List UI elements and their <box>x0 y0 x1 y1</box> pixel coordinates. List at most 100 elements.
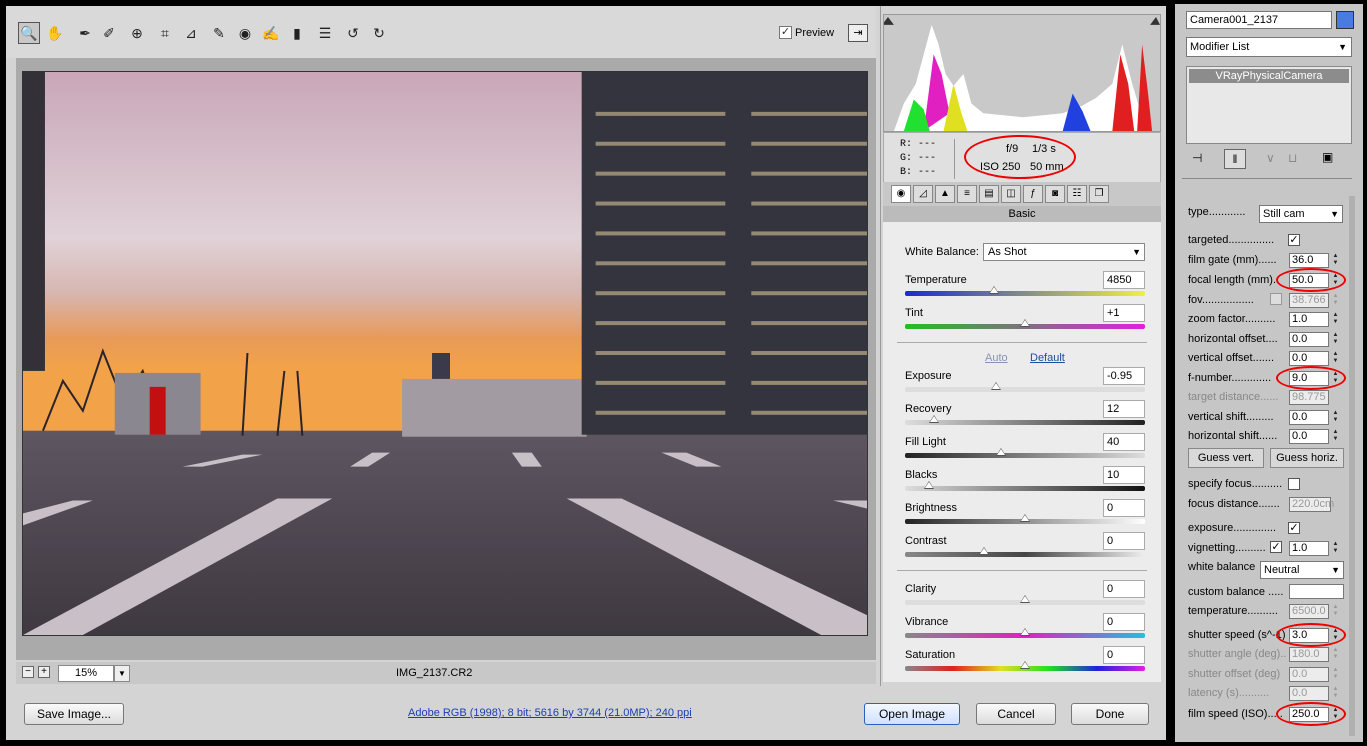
type-select[interactable]: Still cam ▼ <box>1259 205 1343 223</box>
split-toning-tab-icon[interactable]: ▤ <box>979 185 999 203</box>
zoom-out-button[interactable]: − <box>22 666 34 678</box>
spot-removal-icon[interactable]: ✎ <box>208 22 230 44</box>
spinner-icon[interactable]: ▲ ▼ <box>1331 667 1340 682</box>
vignetting-field[interactable]: 1.0 <box>1289 541 1329 556</box>
target-distance-field[interactable]: 98.775 <box>1289 390 1329 405</box>
target-adjust-icon[interactable]: ⊕ <box>126 22 148 44</box>
straighten-icon[interactable]: ⊿ <box>180 22 202 44</box>
zoom-icon[interactable]: 🔍 <box>18 22 40 44</box>
pin-stack-icon[interactable]: ⊣ <box>1192 151 1202 165</box>
fov-field[interactable]: 38.766 <box>1289 293 1329 308</box>
tone-curve-tab-icon[interactable]: ◿ <box>913 185 933 203</box>
slider-thumb[interactable] <box>924 481 934 489</box>
slider-value-field[interactable]: 4850 <box>1103 271 1145 289</box>
slider-value-field[interactable]: 0 <box>1103 532 1145 550</box>
slider-track[interactable] <box>905 387 1145 392</box>
open-image-button[interactable]: Open Image <box>864 703 960 725</box>
slider-track[interactable] <box>905 486 1145 491</box>
targeted-checkbox[interactable]: ✓ <box>1288 234 1300 246</box>
configure-sets-icon[interactable]: ▣ <box>1322 150 1333 164</box>
slider-thumb[interactable] <box>1020 628 1030 636</box>
lens-tab-icon[interactable]: ◫ <box>1001 185 1021 203</box>
vertical-shift-field[interactable]: 0.0 <box>1289 410 1329 425</box>
stack-item[interactable]: VRayPhysicalCamera <box>1189 69 1349 83</box>
white-balance-icon[interactable]: ✒ <box>74 22 96 44</box>
color-sampler-icon[interactable]: ✐ <box>98 22 120 44</box>
red-eye-icon[interactable]: ◉ <box>234 22 256 44</box>
done-button[interactable]: Done <box>1071 703 1149 725</box>
slider-track[interactable] <box>905 453 1145 458</box>
spinner-icon[interactable]: ▲ ▼ <box>1331 541 1340 556</box>
basic-tab-icon[interactable]: ◉ <box>891 185 911 203</box>
specify-focus-checkbox[interactable] <box>1288 478 1300 490</box>
film-gate-field[interactable]: 36.0 <box>1289 253 1329 268</box>
cancel-button[interactable]: Cancel <box>976 703 1056 725</box>
fullscreen-icon[interactable]: ⇥ <box>848 24 868 42</box>
slider-value-field[interactable]: 10 <box>1103 466 1145 484</box>
show-end-result-icon[interactable]: ‖ <box>1224 149 1246 169</box>
slider-thumb[interactable] <box>996 448 1006 456</box>
graduated-filter-icon[interactable]: ▮ <box>286 22 308 44</box>
spinner-icon[interactable]: ▲ ▼ <box>1331 312 1340 327</box>
rotate-ccw-icon[interactable]: ↺ <box>342 22 364 44</box>
slider-value-field[interactable]: 12 <box>1103 400 1145 418</box>
slider-track[interactable] <box>905 420 1145 425</box>
save-image-button[interactable]: Save Image... <box>24 703 124 725</box>
rotate-cw-icon[interactable]: ↻ <box>368 22 390 44</box>
slider-thumb[interactable] <box>1020 661 1030 669</box>
fov-checkbox[interactable] <box>1270 293 1282 305</box>
spinner-icon[interactable]: ▲ ▼ <box>1331 332 1340 347</box>
spinner-icon[interactable]: ▲ ▼ <box>1331 253 1340 268</box>
spinner-icon[interactable]: ▲ ▼ <box>1331 604 1340 619</box>
slider-track[interactable] <box>905 291 1145 296</box>
custom-balance-swatch[interactable] <box>1289 584 1344 599</box>
remove-modifier-icon[interactable]: ⊔ <box>1288 151 1297 165</box>
vertical-offset-field[interactable]: 0.0 <box>1289 351 1329 366</box>
slider-thumb[interactable] <box>988 286 999 294</box>
preferences-icon[interactable]: ☰ <box>314 22 336 44</box>
snapshots-tab-icon[interactable]: ❐ <box>1089 185 1109 203</box>
camera-calibration-tab-icon[interactable]: ◙ <box>1045 185 1065 203</box>
white-balance-select[interactable]: As Shot ▼ <box>983 243 1145 261</box>
horizontal-shift-field[interactable]: 0.0 <box>1289 429 1329 444</box>
guess-vert-button[interactable]: Guess vert. <box>1188 448 1264 468</box>
chevron-down-icon[interactable]: ▼ <box>114 665 130 682</box>
shutter-angle-field[interactable]: 180.0 <box>1289 647 1329 662</box>
spinner-icon[interactable]: ▲ ▼ <box>1331 686 1340 701</box>
crop-icon[interactable]: ⌗ <box>154 22 176 44</box>
slider-value-field[interactable]: 0 <box>1103 580 1145 598</box>
slider-thumb[interactable] <box>991 382 1002 390</box>
slider-thumb[interactable] <box>928 415 939 423</box>
slider-value-field[interactable]: 0 <box>1103 646 1145 664</box>
detail-tab-icon[interactable]: ▲ <box>935 185 955 203</box>
effects-tab-icon[interactable]: ƒ <box>1023 185 1043 203</box>
object-color-swatch[interactable] <box>1336 11 1354 29</box>
object-name-field[interactable]: Camera001_2137 <box>1186 11 1332 29</box>
zoom-in-button[interactable]: + <box>38 666 50 678</box>
slider-track[interactable] <box>905 552 1145 557</box>
hsl-tab-icon[interactable]: ≡ <box>957 185 977 203</box>
scrollbar[interactable] <box>1349 196 1355 736</box>
auto-link[interactable]: Auto <box>985 352 1008 364</box>
slider-thumb[interactable] <box>1020 319 1030 327</box>
modifier-list-select[interactable]: Modifier List ▼ <box>1186 37 1352 57</box>
preview-checkbox[interactable]: ✓ <box>779 26 792 39</box>
adjustment-brush-icon[interactable]: ✍ <box>260 22 282 44</box>
slider-thumb[interactable] <box>1020 595 1030 603</box>
slider-thumb[interactable] <box>979 547 990 555</box>
spinner-icon[interactable]: ▲ ▼ <box>1331 647 1340 662</box>
slider-value-field[interactable]: 0 <box>1103 499 1145 517</box>
temperature-field[interactable]: 6500.0 <box>1289 604 1329 619</box>
default-link[interactable]: Default <box>1030 352 1065 364</box>
presets-tab-icon[interactable]: ☷ <box>1067 185 1087 203</box>
horizontal-offset-field[interactable]: 0.0 <box>1289 332 1329 347</box>
spinner-icon[interactable]: ▲ ▼ <box>1331 293 1340 308</box>
white-balance-select[interactable]: Neutral ▼ <box>1260 561 1344 579</box>
vignetting-checkbox[interactable]: ✓ <box>1270 541 1282 553</box>
slider-value-field[interactable]: 0 <box>1103 613 1145 631</box>
guess-horiz-button[interactable]: Guess horiz. <box>1270 448 1344 468</box>
zoom-level-field[interactable]: 15% <box>58 665 114 682</box>
focus-distance-field[interactable]: 220.0cm <box>1289 497 1334 512</box>
zoom-factor-field[interactable]: 1.0 <box>1289 312 1329 327</box>
slider-thumb[interactable] <box>1020 514 1030 522</box>
